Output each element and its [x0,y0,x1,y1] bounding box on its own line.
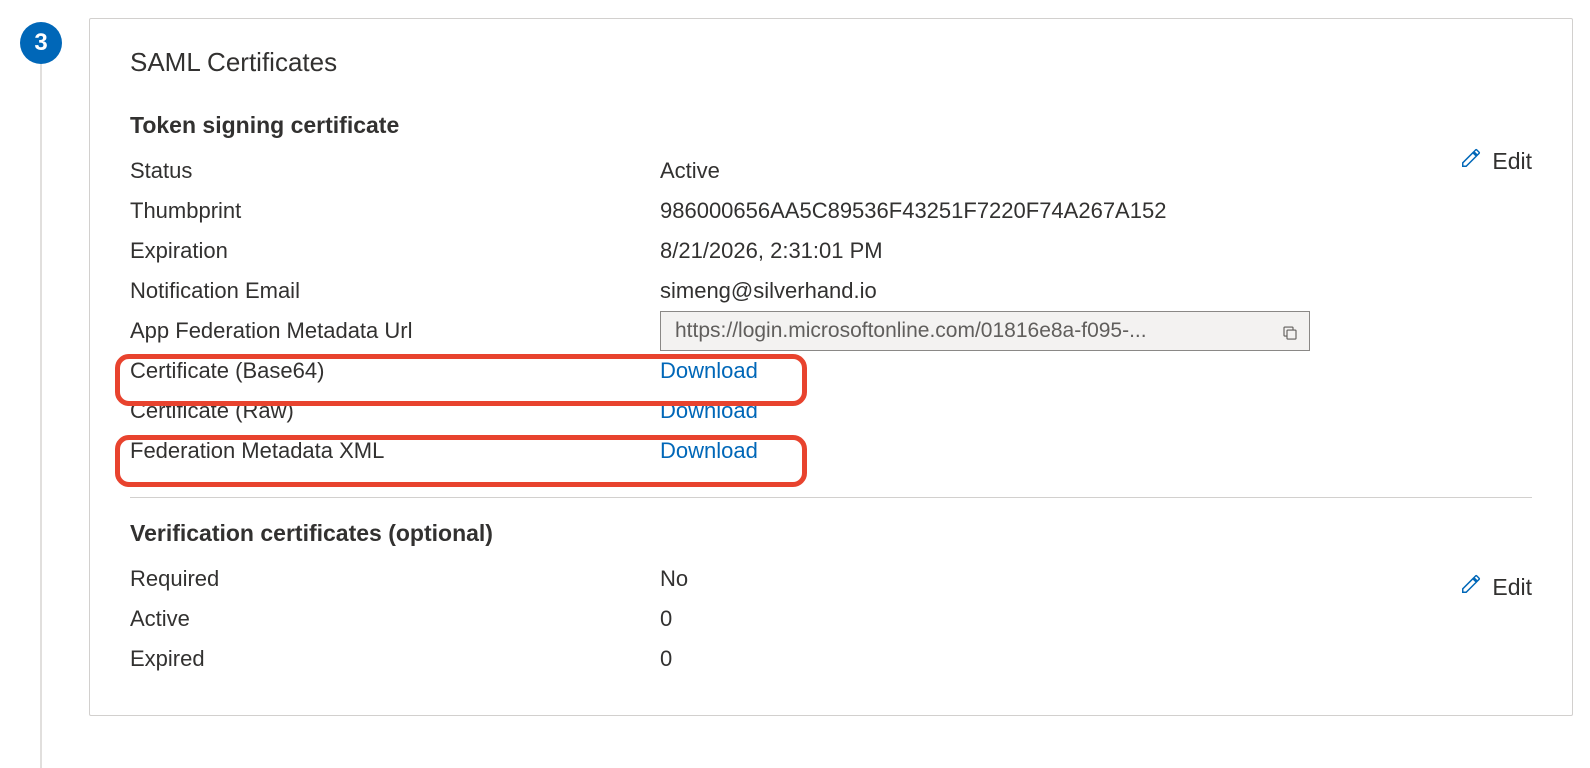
expiration-value: 8/21/2026, 2:31:01 PM [660,238,1532,264]
active-value: 0 [660,606,1532,632]
edit-token-signing-button[interactable]: Edit [1460,147,1532,175]
token-signing-rows: Status Active Thumbprint 986000656AA5C89… [130,151,1532,471]
section-divider [130,497,1532,498]
thumbprint-label: Thumbprint [130,198,660,224]
row-expired: Expired 0 [130,639,1532,679]
status-value: Active [660,158,1532,184]
pencil-icon [1460,573,1482,601]
edit-label: Edit [1492,148,1532,175]
federation-url-label: App Federation Metadata Url [130,318,660,344]
row-expiration: Expiration 8/21/2026, 2:31:01 PM [130,231,1532,271]
edit-label: Edit [1492,574,1532,601]
expiration-label: Expiration [130,238,660,264]
federation-url-field[interactable]: https://login.microsoftonline.com/01816e… [660,311,1310,351]
step-number: 3 [34,29,47,57]
download-cert-base64-link[interactable]: Download [660,358,758,383]
verification-rows: Required No Active 0 Expired 0 [130,559,1532,679]
required-label: Required [130,566,660,592]
token-signing-heading: Token signing certificate [130,112,1532,139]
thumbprint-value: 986000656AA5C89536F43251F7220F74A267A152 [660,198,1532,224]
cert-raw-label: Certificate (Raw) [130,398,660,424]
notification-email-value: simeng@silverhand.io [660,278,1532,304]
expired-label: Expired [130,646,660,672]
federation-url-value: https://login.microsoftonline.com/01816e… [675,319,1271,343]
required-value: No [660,566,1532,592]
cert-base64-label: Certificate (Base64) [130,358,660,384]
row-federation-url: App Federation Metadata Url https://logi… [130,311,1532,351]
edit-verification-button[interactable]: Edit [1460,573,1532,601]
step-connector-line [40,64,42,768]
row-notification-email: Notification Email simeng@silverhand.io [130,271,1532,311]
row-active: Active 0 [130,599,1532,639]
copy-icon[interactable] [1281,322,1299,340]
row-cert-base64: Certificate (Base64) Download [130,351,1532,391]
download-cert-raw-link[interactable]: Download [660,398,758,423]
download-metadata-xml-link[interactable]: Download [660,438,758,463]
expired-value: 0 [660,646,1532,672]
metadata-xml-label: Federation Metadata XML [130,438,660,464]
card-title: SAML Certificates [130,47,1532,78]
row-cert-raw: Certificate (Raw) Download [130,391,1532,431]
verification-heading: Verification certificates (optional) [130,520,1532,547]
step-number-badge: 3 [20,22,62,64]
row-status: Status Active [130,151,1532,191]
row-thumbprint: Thumbprint 986000656AA5C89536F43251F7220… [130,191,1532,231]
saml-certificates-card: SAML Certificates Edit Token signing cer… [89,18,1573,716]
pencil-icon [1460,147,1482,175]
status-label: Status [130,158,660,184]
notification-email-label: Notification Email [130,278,660,304]
row-required: Required No [130,559,1532,599]
active-label: Active [130,606,660,632]
row-metadata-xml: Federation Metadata XML Download [130,431,1532,471]
